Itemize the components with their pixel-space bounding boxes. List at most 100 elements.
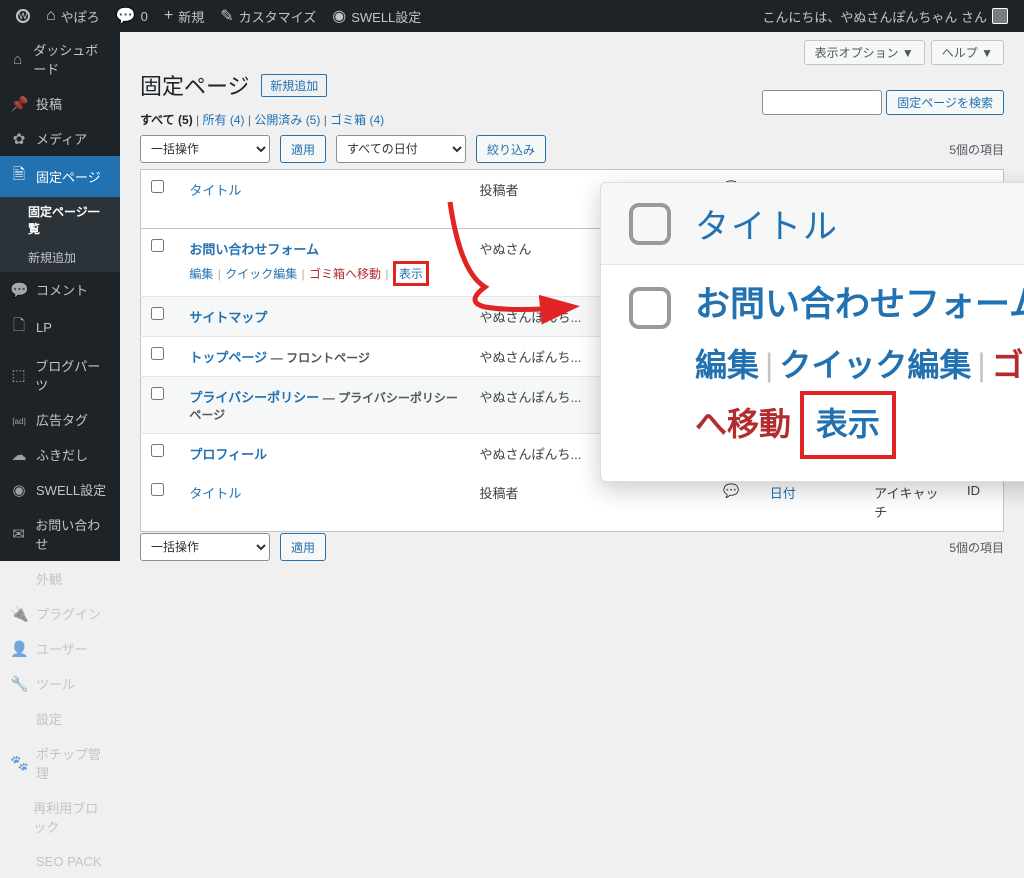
page-body: 表示オプション ▼ ヘルプ ▼ 固定ページ 新規追加 すべて (5) | 所有 …	[120, 32, 1024, 587]
col-author-bottom: 投稿者	[470, 473, 714, 532]
sidebar-item-label: ふきだし	[36, 445, 88, 464]
sidebar-item-label: プラグイン	[36, 604, 101, 623]
filter-published[interactable]: 公開済み (5)	[254, 113, 320, 127]
date-filter-select[interactable]: すべての日付	[336, 135, 466, 163]
sidebar-item-blogparts[interactable]: ⬚ブログパーツ	[0, 348, 120, 402]
users-icon: 👤	[10, 640, 28, 658]
sidebar-item-seopack[interactable]: ☰SEO PACK	[0, 844, 120, 878]
quickedit-link[interactable]: クイック編集	[225, 267, 297, 281]
sidebar-item-adtag[interactable]: [ad]広告タグ	[0, 402, 120, 437]
filter-trash[interactable]: ゴミ箱 (4)	[330, 113, 384, 127]
sidebar-item-settings[interactable]: ⚙設定	[0, 701, 120, 736]
tablenav-top: 一括操作 適用 すべての日付 絞り込み 5個の項目	[140, 134, 1004, 164]
sidebar-item-plugins[interactable]: 🔌プラグイン	[0, 596, 120, 631]
row-title-link[interactable]: お問い合わせフォーム	[189, 242, 319, 257]
bulk-apply-button-bottom[interactable]: 適用	[280, 533, 326, 561]
sidebar-item-reusable[interactable]: ↻再利用ブロック	[0, 790, 120, 844]
bulk-action-select-bottom[interactable]: 一括操作	[140, 533, 270, 561]
media-icon: ✿	[10, 130, 28, 148]
col-date-bottom[interactable]: 日付	[770, 486, 796, 501]
pages-icon: 🗎	[10, 164, 28, 189]
row-title-link[interactable]: プロフィール	[189, 447, 267, 462]
zoom-row-title: お問い合わせフォーム	[695, 281, 1024, 328]
filter-submit-button[interactable]: 絞り込み	[476, 135, 546, 163]
trash-link[interactable]: ゴミ箱へ移動	[309, 267, 381, 281]
sidebar-item-label: 再利用ブロック	[33, 798, 110, 836]
site-name-link[interactable]: ⌂やぽろ	[38, 0, 108, 32]
sidebar-item-label: ポチップ管理	[36, 744, 110, 782]
wp-logo-menu[interactable]: W	[8, 0, 38, 32]
customize-link[interactable]: ✎カスタマイズ	[212, 0, 324, 32]
sidebar-item-balloon[interactable]: ☁ ふきだし	[0, 437, 120, 472]
select-all-bottom[interactable]	[151, 483, 164, 496]
zoom-row-checkbox	[629, 287, 671, 329]
edit-link[interactable]: 編集	[189, 267, 213, 281]
screen-options-button[interactable]: 表示オプション ▼	[804, 40, 925, 65]
new-label: 新規	[178, 7, 204, 26]
pochipp-icon: 🐾	[10, 754, 28, 772]
row-checkbox[interactable]	[151, 307, 164, 320]
admin-sidebar: ⌂ダッシュボード📌投稿✿メディア🗎固定ページ固定ページ一覧新規追加💬コメント 🗋 L…	[0, 32, 120, 561]
view-link[interactable]: 表示	[399, 267, 423, 281]
help-button[interactable]: ヘルプ ▼	[931, 40, 1004, 65]
row-title-link[interactable]: プライバシーポリシー	[189, 390, 319, 405]
select-all-top[interactable]	[151, 180, 164, 193]
bulk-action-select-top[interactable]: 一括操作	[140, 135, 270, 163]
sidebar-submenu: 固定ページ一覧新規追加	[0, 197, 120, 272]
filter-all[interactable]: すべて (5)	[140, 113, 193, 127]
my-account-link[interactable]: こんにちは、やぬさんぽんちゃん さん	[754, 0, 1016, 32]
col-title[interactable]: タイトル	[189, 183, 241, 198]
sidebar-item-label: 設定	[36, 709, 62, 728]
search-input[interactable]	[762, 90, 882, 115]
sidebar-item-label: ツール	[36, 674, 75, 693]
add-new-button[interactable]: 新規追加	[261, 74, 327, 97]
row-actions: 編集 | クイック編集 | ゴミ箱へ移動 | 表示	[189, 261, 459, 286]
comments-link[interactable]: 💬0	[108, 0, 156, 32]
sidebar-item-media[interactable]: ✿メディア	[0, 121, 120, 156]
sidebar-item-tools[interactable]: 🔧ツール	[0, 666, 120, 701]
greeting-label: こんにちは、やぬさんぽんちゃん さん	[762, 7, 987, 26]
filter-mine[interactable]: 所有 (4)	[203, 113, 245, 127]
sidebar-item-swell[interactable]: ◉SWELL設定	[0, 472, 120, 507]
row-checkbox[interactable]	[151, 239, 164, 252]
swell-label: SWELL設定	[351, 7, 421, 26]
zoom-title-column-label: タイトル	[695, 199, 839, 248]
customize-label: カスタマイズ	[239, 7, 317, 26]
sidebar-item-comments[interactable]: 💬コメント	[0, 272, 120, 307]
posts-icon: 📌	[10, 95, 28, 113]
new-content-link[interactable]: +新規	[156, 0, 212, 32]
bulk-apply-button-top[interactable]: 適用	[280, 135, 326, 163]
sidebar-item-label: SWELL設定	[36, 480, 106, 499]
home-icon: ⌂	[46, 7, 56, 25]
col-title-bottom[interactable]: タイトル	[189, 486, 241, 501]
sidebar-subitem[interactable]: 固定ページ一覧	[0, 197, 120, 243]
sidebar-item-appearance[interactable]: 🖌外観	[0, 561, 120, 596]
sidebar-subitem[interactable]: 新規追加	[0, 243, 120, 272]
sidebar-item-posts[interactable]: 📌投稿	[0, 86, 120, 121]
sidebar-item-label: ユーザー	[36, 639, 88, 658]
zoom-view-link: 表示	[816, 406, 880, 442]
sidebar-item-users[interactable]: 👤 ユーザー	[0, 631, 120, 666]
sidebar-item-contact[interactable]: ✉お問い合わせ	[0, 507, 120, 561]
sidebar-item-label: SEO PACK	[36, 854, 102, 869]
lp-icon: 🗋	[10, 315, 28, 340]
row-checkbox[interactable]	[151, 347, 164, 360]
row-title-link[interactable]: サイトマップ	[189, 310, 267, 325]
col-comments-bottom[interactable]: 💬	[713, 473, 759, 532]
sidebar-item-dashboard[interactable]: ⌂ダッシュボード	[0, 32, 120, 86]
sidebar-item-label: ダッシュボード	[33, 40, 110, 78]
sidebar-item-pages[interactable]: 🗎固定ページ	[0, 156, 120, 197]
swell-link[interactable]: ◉SWELL設定	[324, 0, 429, 32]
sidebar-item-pochipp[interactable]: 🐾 ポチップ管理	[0, 736, 120, 790]
comment-icon: 💬	[723, 483, 739, 498]
row-checkbox[interactable]	[151, 387, 164, 400]
sidebar-item-lp[interactable]: 🗋 LP	[0, 307, 120, 348]
zoom-annotation: タイトル お問い合わせフォーム 編集|クイック編集|ゴミ箱へ移動 表示	[600, 182, 1024, 482]
sidebar-item-label: お問い合わせ	[35, 515, 110, 553]
row-checkbox[interactable]	[151, 444, 164, 457]
sidebar-item-label: LP	[36, 320, 52, 335]
balloon-icon: ☁	[10, 446, 28, 464]
sidebar-item-label: 外観	[36, 569, 62, 588]
row-title-link[interactable]: トップページ	[189, 350, 267, 365]
search-submit-button[interactable]: 固定ページを検索	[886, 90, 1004, 115]
